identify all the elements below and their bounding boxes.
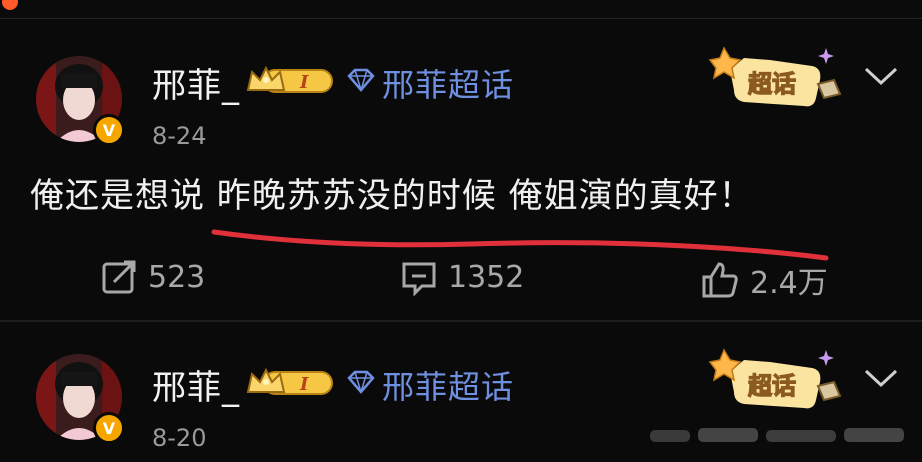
like-button[interactable]: 2.4万 — [700, 258, 828, 302]
post-date: 8-20 — [152, 424, 207, 452]
crown-badge-icon: I — [246, 367, 333, 395]
super-topic-sticker-icon[interactable]: 超话 — [700, 342, 850, 422]
level-label: I — [299, 374, 309, 395]
watermark-blur — [650, 428, 904, 442]
post-card[interactable]: V 邢菲_ I 邢菲超话 8-24 超话 俺还是想说 昨晚苏苏没的时候 俺姐演的… — [0, 0, 922, 320]
chevron-down-icon[interactable] — [864, 368, 898, 388]
repost-count: 523 — [148, 259, 206, 295]
repost-icon — [102, 260, 136, 294]
sticker-label: 超话 — [748, 372, 796, 400]
username[interactable]: 邢菲_ — [152, 360, 240, 409]
super-topic-link[interactable]: 邢菲超话 — [382, 362, 514, 408]
comment-button[interactable]: 1352 — [400, 258, 524, 296]
like-count: 2.4万 — [750, 266, 828, 301]
comment-icon — [402, 262, 436, 296]
thumbs-up-icon — [702, 262, 738, 298]
diamond-icon — [347, 370, 375, 394]
comment-count: 1352 — [448, 259, 525, 295]
verified-v-badge-icon: V — [93, 412, 125, 444]
repost-button[interactable]: 523 — [100, 258, 205, 296]
